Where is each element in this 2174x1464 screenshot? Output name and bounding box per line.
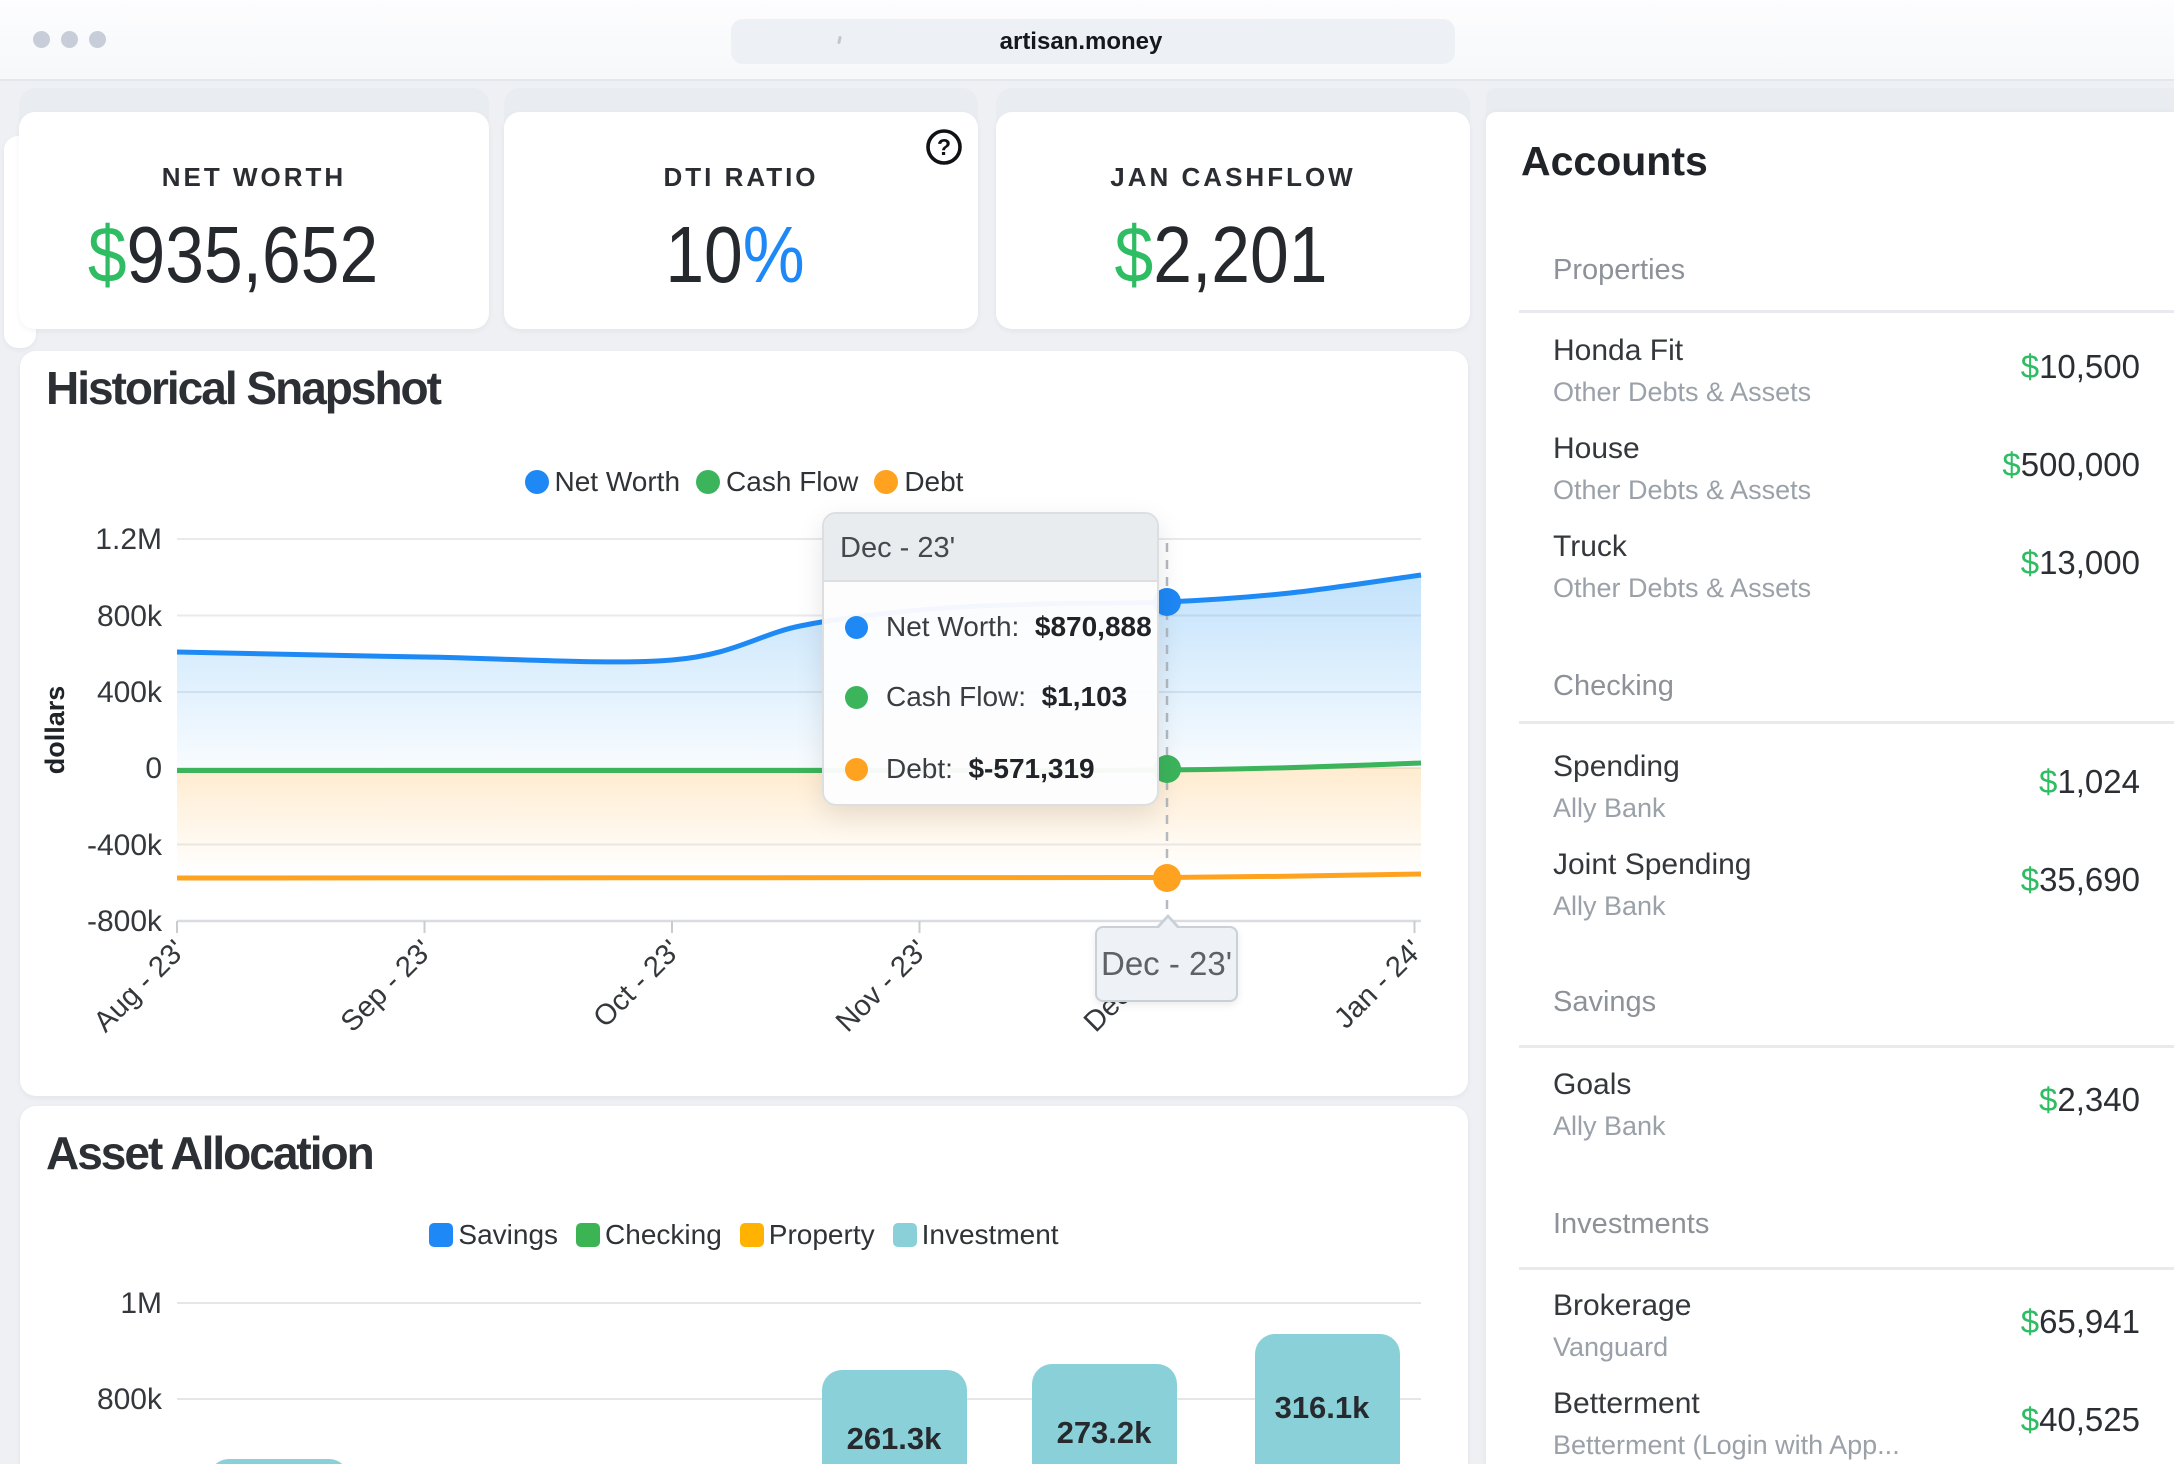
svg-text:800k: 800k: [97, 1383, 163, 1416]
svg-text:Aug - 23': Aug - 23': [88, 934, 192, 1038]
svg-text:?: ?: [937, 134, 951, 160]
svg-text:1.2M: 1.2M: [95, 523, 162, 556]
svg-text:Nov - 23': Nov - 23': [830, 934, 934, 1038]
svg-text:Jan - 24': Jan - 24': [1328, 934, 1429, 1035]
svg-text:400k: 400k: [97, 676, 163, 709]
svg-text:-800k: -800k: [87, 905, 163, 938]
svg-text:Sep - 23': Sep - 23': [335, 934, 439, 1038]
svg-text:0: 0: [145, 752, 162, 785]
svg-text:Oct - 23': Oct - 23': [587, 934, 686, 1033]
svg-text:261.3k: 261.3k: [847, 1421, 943, 1456]
svg-text:800k: 800k: [97, 600, 163, 633]
svg-text:316.1k: 316.1k: [1275, 1390, 1371, 1425]
svg-text:273.2k: 273.2k: [1057, 1415, 1153, 1450]
svg-text:-400k: -400k: [87, 829, 163, 862]
svg-text:dollars: dollars: [40, 686, 70, 775]
svg-text:1M: 1M: [120, 1287, 162, 1320]
